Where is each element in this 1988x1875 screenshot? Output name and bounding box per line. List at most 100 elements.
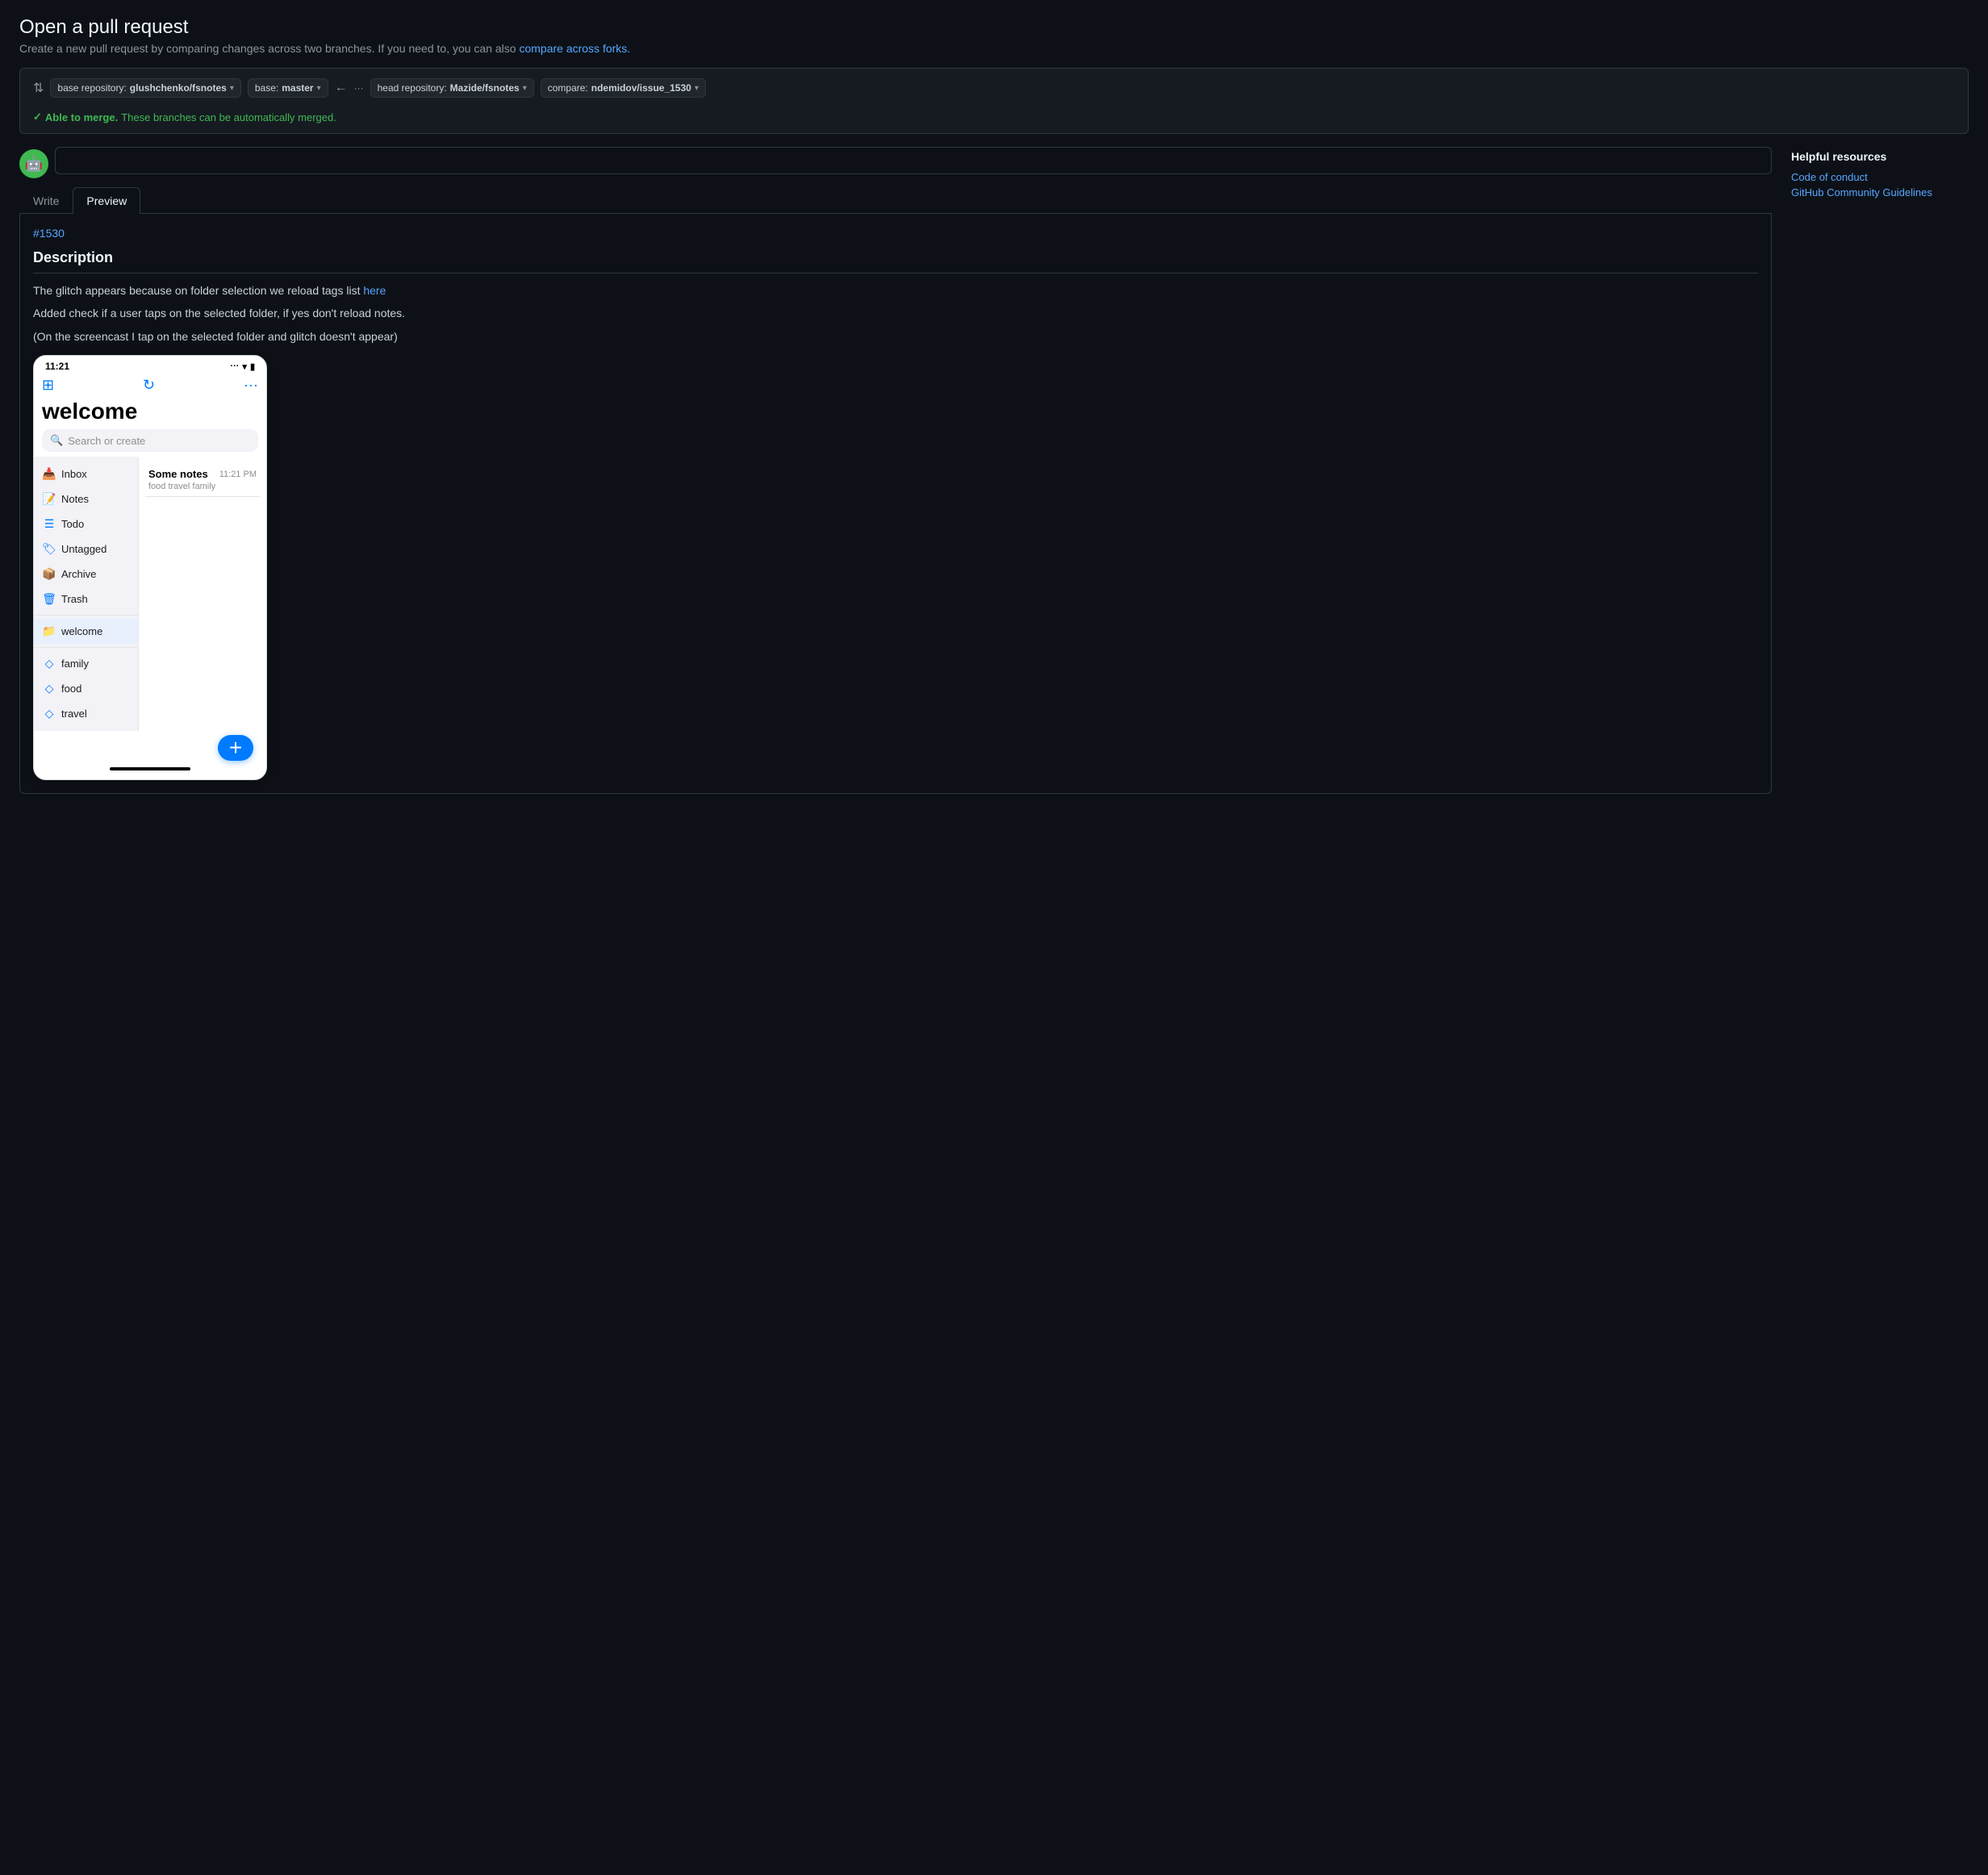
note-preview: food travel family	[148, 482, 257, 491]
sidebar-label-trash: Trash	[61, 593, 88, 605]
note-title: Some notes	[148, 468, 208, 480]
archive-icon: 📦	[42, 567, 56, 581]
base-value: master	[282, 82, 313, 94]
phone-title: welcome	[34, 399, 266, 429]
issue-ref-link[interactable]: #1530	[33, 227, 1758, 240]
helpful-resources: Helpful resources Code of conduct GitHub…	[1791, 147, 1969, 202]
branch-bar: ⇅ base repository: glushchenko/fsnotes ▾…	[19, 68, 1969, 134]
inbox-icon: 📥	[42, 467, 56, 481]
phone-notes: Some notes 11:21 PM food travel family	[139, 457, 266, 731]
sidebar-divider2	[34, 647, 138, 648]
search-placeholder: Search or create	[68, 435, 145, 447]
phone-body: 📥 Inbox 📝 Notes ☰ Todo	[34, 457, 266, 731]
sidebar-label-inbox: Inbox	[61, 468, 87, 480]
sidebar-toggle-icon[interactable]: ⊞	[42, 377, 54, 394]
compare-label: compare:	[548, 82, 588, 94]
tag-food-icon: ◇	[42, 682, 56, 695]
compare-value: ndemidov/issue_1530	[591, 82, 691, 94]
base-chevron: ▾	[317, 84, 321, 93]
trash-icon: 🗑	[42, 592, 56, 606]
pr-form: 🤖 Fix of UI Glitch on iOS #1530 Write Pr…	[19, 147, 1772, 794]
desc-line2: Added check if a user taps on the select…	[33, 304, 1758, 322]
note-item[interactable]: Some notes 11:21 PM food travel family	[145, 463, 260, 497]
tab-preview[interactable]: Preview	[73, 187, 140, 214]
sidebar-label-notes: Notes	[61, 493, 89, 505]
notes-icon: 📝	[42, 492, 56, 506]
sync-icon[interactable]: ↻	[143, 377, 155, 394]
phone-status-bar: 11:21 ··· ▾ ▮	[34, 356, 266, 374]
sidebar-label-archive: Archive	[61, 568, 96, 580]
avatar: 🤖	[19, 149, 48, 178]
phone-time: 11:21	[45, 361, 69, 372]
folder-icon: 📁	[42, 624, 56, 638]
desc-line1: The glitch appears because on folder sel…	[33, 282, 1758, 299]
signal-icon: ···	[230, 361, 239, 371]
phone-mockup-wrapper: 11:21 ··· ▾ ▮ ⊞ ↻ ··· welcome	[33, 355, 1758, 780]
home-indicator	[110, 767, 190, 770]
sidebar-label-welcome: welcome	[61, 625, 102, 637]
head-repo-chevron: ▾	[523, 84, 527, 93]
pr-title-input[interactable]: Fix of UI Glitch on iOS #1530	[55, 147, 1772, 174]
head-repo-value: Mazide/fsnotes	[450, 82, 520, 94]
check-icon: ✓	[33, 111, 42, 123]
code-of-conduct-link[interactable]: Code of conduct	[1791, 171, 1969, 183]
sidebar-label-travel: travel	[61, 708, 87, 720]
note-time: 11:21 PM	[219, 470, 257, 479]
sidebar-label-family: family	[61, 658, 89, 670]
tab-write[interactable]: Write	[19, 187, 73, 214]
todo-icon: ☰	[42, 517, 56, 531]
sidebar-item-family-tag[interactable]: ◇ family	[34, 651, 138, 676]
search-icon: 🔍	[50, 434, 63, 447]
swap-icon: ⇅	[33, 80, 44, 96]
desc-link[interactable]: here	[363, 284, 386, 297]
note-meta: Some notes 11:21 PM	[148, 468, 257, 480]
base-branch-select[interactable]: base: master ▾	[248, 78, 328, 98]
preview-content: #1530 Description The glitch appears bec…	[19, 214, 1772, 794]
phone-sidebar: 📥 Inbox 📝 Notes ☰ Todo	[34, 457, 139, 731]
ellipsis: ···	[354, 82, 364, 94]
tag-family-icon: ◇	[42, 657, 56, 670]
description-heading: Description	[33, 249, 1758, 274]
sidebar-item-welcome-folder[interactable]: 📁 welcome	[34, 619, 138, 644]
sidebar-label-food: food	[61, 683, 81, 695]
compare-forks-link[interactable]: compare across forks.	[519, 42, 630, 55]
sidebar-item-archive[interactable]: 📦 Archive	[34, 562, 138, 587]
sidebar-divider	[34, 615, 138, 616]
desc-line3: (On the screencast I tap on the selected…	[33, 328, 1758, 345]
sidebar-item-food-tag[interactable]: ◇ food	[34, 676, 138, 701]
base-repo-value: glushchenko/fsnotes	[130, 82, 227, 94]
phone-bottom-area: +	[34, 731, 266, 779]
avatar-icon: 🤖	[25, 156, 43, 173]
merge-status-bold: Able to merge.	[45, 111, 118, 123]
sidebar-item-travel-tag[interactable]: ◇ travel	[34, 701, 138, 726]
page-subtitle: Create a new pull request by comparing c…	[19, 42, 1969, 55]
sidebar-item-todo[interactable]: ☰ Todo	[34, 512, 138, 537]
community-guidelines-link[interactable]: GitHub Community Guidelines	[1791, 186, 1969, 198]
phone-mockup: 11:21 ··· ▾ ▮ ⊞ ↻ ··· welcome	[33, 355, 267, 780]
status-icons: ··· ▾ ▮	[230, 361, 255, 372]
sidebar-item-notes[interactable]: 📝 Notes	[34, 486, 138, 512]
compare-branch-select[interactable]: compare: ndemidov/issue_1530 ▾	[541, 78, 706, 98]
sidebar-item-untagged[interactable]: 🏷 Untagged	[34, 537, 138, 562]
base-label: base:	[255, 82, 278, 94]
sidebar-item-trash[interactable]: 🗑 Trash	[34, 587, 138, 612]
sidebar-item-inbox[interactable]: 📥 Inbox	[34, 461, 138, 486]
sidebar-label-untagged: Untagged	[61, 543, 106, 555]
wifi-icon: ▾	[242, 361, 247, 372]
untagged-icon: 🏷	[42, 542, 56, 556]
base-repo-chevron: ▾	[230, 84, 234, 93]
arrow-icon: ←	[335, 81, 348, 95]
base-repo-select[interactable]: base repository: glushchenko/fsnotes ▾	[50, 78, 240, 98]
battery-icon: ▮	[250, 361, 255, 372]
head-repo-select[interactable]: head repository: Mazide/fsnotes ▾	[370, 78, 534, 98]
more-icon[interactable]: ···	[244, 377, 258, 394]
sidebar-label-todo: Todo	[61, 518, 84, 530]
phone-search[interactable]: 🔍 Search or create	[42, 429, 258, 452]
base-repo-label: base repository:	[57, 82, 126, 94]
tabs: Write Preview	[19, 187, 1772, 214]
helpful-title: Helpful resources	[1791, 150, 1969, 163]
compare-chevron: ▾	[695, 84, 699, 93]
page-title: Open a pull request	[19, 16, 1969, 39]
merge-status: ✓ Able to merge. These branches can be a…	[33, 111, 1955, 123]
fab-button[interactable]: +	[218, 735, 253, 761]
